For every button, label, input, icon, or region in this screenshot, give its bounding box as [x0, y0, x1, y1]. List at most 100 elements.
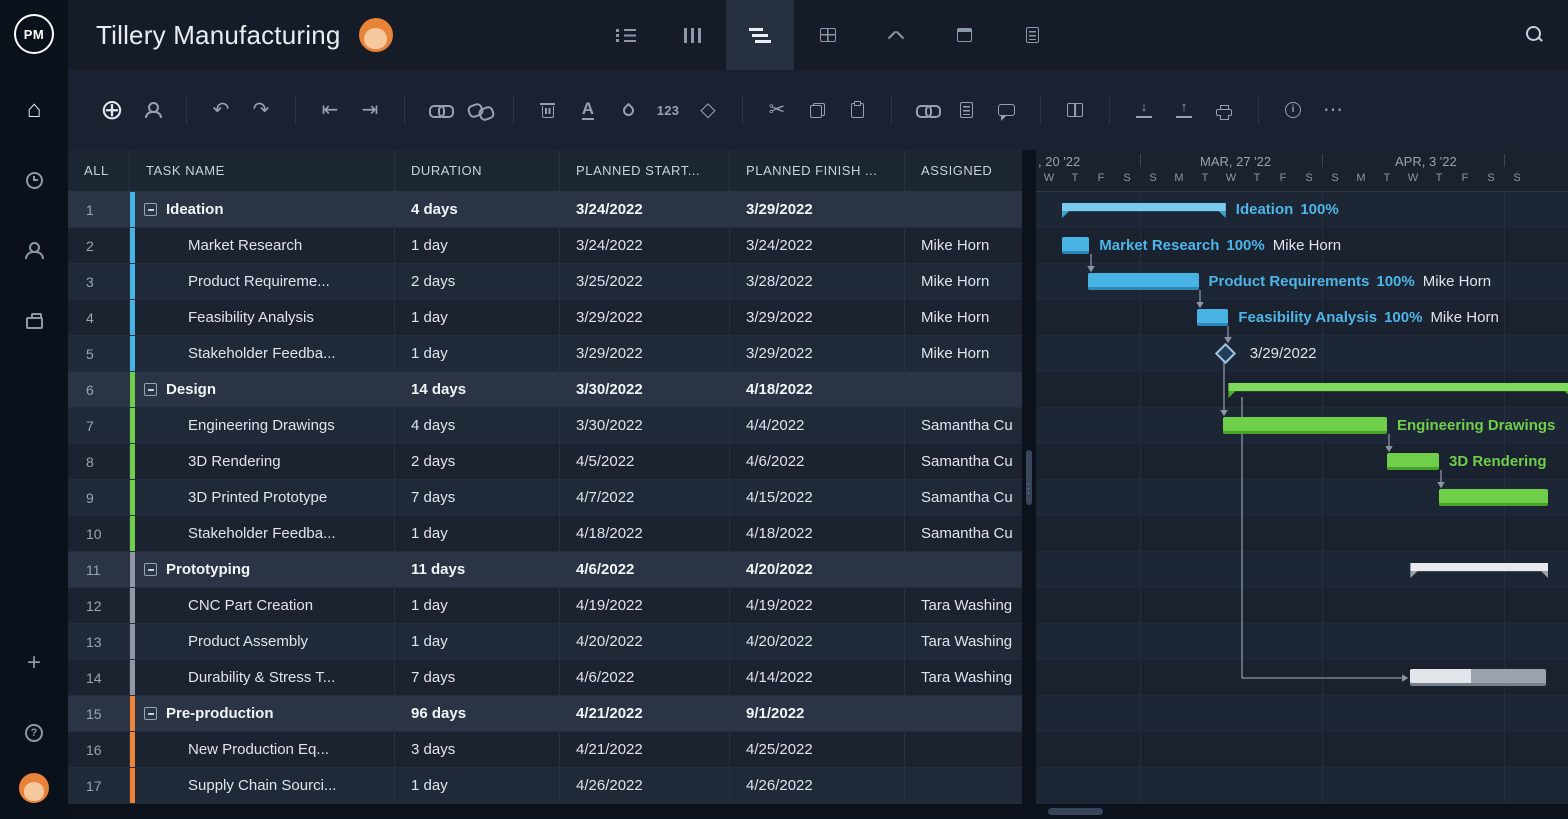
- task-bar[interactable]: [1197, 309, 1228, 326]
- tab-list[interactable]: [590, 0, 658, 70]
- table-row[interactable]: 14Durability & Stress T...7 days4/6/2022…: [68, 660, 1022, 696]
- text-format-button[interactable]: A: [568, 88, 608, 132]
- table-row[interactable]: 7Engineering Drawings4 days3/30/20224/4/…: [68, 408, 1022, 444]
- table-row[interactable]: 93D Printed Prototype7 days4/7/20224/15/…: [68, 480, 1022, 516]
- tab-sheet[interactable]: [794, 0, 862, 70]
- cut-button[interactable]: ✂: [757, 88, 797, 132]
- collapse-icon[interactable]: [144, 707, 157, 720]
- table-row[interactable]: 3Product Requireme...2 days3/25/20223/28…: [68, 264, 1022, 300]
- planned-finish-cell: 4/18/2022: [730, 516, 905, 551]
- redo-button[interactable]: ↷: [241, 88, 281, 132]
- table-row[interactable]: 83D Rendering2 days4/5/20224/6/2022Saman…: [68, 444, 1022, 480]
- unlink-tasks-button[interactable]: [459, 88, 499, 132]
- table-row[interactable]: 17Supply Chain Sourci...1 day4/26/20224/…: [68, 768, 1022, 804]
- copy-button[interactable]: [797, 88, 837, 132]
- gantt-timeline-header: , 20 '22MAR, 27 '22APR, 3 '22WTFSSMTWTFS…: [1036, 150, 1568, 192]
- header-planned-start[interactable]: PLANNED START...: [560, 150, 730, 191]
- milestone-button[interactable]: ◇: [688, 88, 728, 132]
- header-duration[interactable]: DURATION: [395, 150, 560, 191]
- table-body: 1Ideation4 days3/24/20223/29/20222Market…: [68, 192, 1022, 804]
- add-task-button[interactable]: ⊕: [92, 88, 132, 132]
- sidebar-item-timesheets[interactable]: [12, 158, 56, 202]
- table-row[interactable]: 4Feasibility Analysis1 day3/29/20223/29/…: [68, 300, 1022, 336]
- planned-finish-cell: 4/26/2022: [730, 768, 905, 803]
- collapse-icon[interactable]: [144, 563, 157, 576]
- splitter-handle-icon[interactable]: ⋮: [1022, 476, 1036, 502]
- task-name-inner: Prototyping: [130, 561, 250, 578]
- table-row[interactable]: 13Product Assembly1 day4/20/20224/20/202…: [68, 624, 1022, 660]
- more-icon: ⋯: [1323, 100, 1343, 120]
- fill-color-button[interactable]: [608, 88, 648, 132]
- tab-activity[interactable]: [862, 0, 930, 70]
- header-all[interactable]: ALL: [68, 150, 130, 191]
- table-row[interactable]: 5Stakeholder Feedba...1 day3/29/20223/29…: [68, 336, 1022, 372]
- sidebar-item-add[interactable]: +: [12, 641, 56, 685]
- notes-button[interactable]: [946, 88, 986, 132]
- sidebar-item-portfolio[interactable]: [12, 298, 56, 342]
- print-button[interactable]: [1204, 88, 1244, 132]
- more-button[interactable]: ⋯: [1313, 88, 1353, 132]
- number-format-button[interactable]: 123: [648, 88, 688, 132]
- import-button[interactable]: [1124, 88, 1164, 132]
- task-bar[interactable]: [1410, 669, 1545, 686]
- task-bar[interactable]: [1387, 453, 1439, 470]
- header-assigned[interactable]: ASSIGNED: [905, 150, 1022, 191]
- link-tasks-button[interactable]: [419, 88, 459, 132]
- tab-docs[interactable]: [998, 0, 1066, 70]
- task-name: Product Assembly: [188, 633, 308, 650]
- pane-splitter[interactable]: ⋮: [1022, 150, 1036, 819]
- assigned-cell: [905, 372, 1022, 407]
- delete-button[interactable]: [528, 88, 568, 132]
- task-bar[interactable]: [1088, 273, 1199, 290]
- task-bar[interactable]: [1223, 417, 1387, 434]
- undo-button[interactable]: ↶: [201, 88, 241, 132]
- gantt-hscroll-thumb[interactable]: [1048, 808, 1103, 815]
- table-row[interactable]: 15Pre-production96 days4/21/20229/1/2022: [68, 696, 1022, 732]
- unlink-tasks-icon: [468, 104, 491, 117]
- task-name: Product Requireme...: [188, 273, 330, 290]
- gantt-hscroll-track[interactable]: [1036, 804, 1568, 819]
- header-planned-finish[interactable]: PLANNED FINISH ...: [730, 150, 905, 191]
- list-icon: [616, 29, 633, 42]
- table-row[interactable]: 1Ideation4 days3/24/20223/29/2022: [68, 192, 1022, 228]
- project-owner-avatar[interactable]: [359, 18, 393, 52]
- toolbar-groups: ⊕ ↶↷ ⇤⇥ A 123◇ ✂ ⋯: [92, 88, 1353, 132]
- attach-link-button[interactable]: [906, 88, 946, 132]
- info-button[interactable]: [1273, 88, 1313, 132]
- fill-color-icon: [620, 102, 636, 118]
- assigned-cell: Tara Washing: [905, 588, 1022, 623]
- table-hscroll-track[interactable]: [68, 804, 1022, 819]
- outdent-button[interactable]: ⇤: [310, 88, 350, 132]
- paste-button[interactable]: [837, 88, 877, 132]
- table-row[interactable]: 2Market Research1 day3/24/20223/24/2022M…: [68, 228, 1022, 264]
- tab-calendar[interactable]: [930, 0, 998, 70]
- sidebar-item-team[interactable]: [12, 228, 56, 272]
- task-bar[interactable]: [1439, 489, 1548, 506]
- tab-board[interactable]: [658, 0, 726, 70]
- header-task-name[interactable]: TASK NAME: [130, 150, 395, 191]
- add-assignee-button[interactable]: [132, 88, 172, 132]
- planned-start-cell: 3/24/2022: [560, 192, 730, 227]
- columns-button[interactable]: [1055, 88, 1095, 132]
- table-row[interactable]: 11Prototyping11 days4/6/20224/20/2022: [68, 552, 1022, 588]
- collapse-icon[interactable]: [144, 203, 157, 216]
- timeline-day-letter: S: [1296, 172, 1322, 184]
- indent-button[interactable]: ⇥: [350, 88, 390, 132]
- planned-start-cell: 4/26/2022: [560, 768, 730, 803]
- search-button[interactable]: [1526, 26, 1544, 47]
- collapse-icon[interactable]: [144, 383, 157, 396]
- tab-gantt[interactable]: [726, 0, 794, 70]
- comment-button[interactable]: [986, 88, 1026, 132]
- task-name-inner: Product Assembly: [130, 633, 308, 650]
- export-button[interactable]: [1164, 88, 1204, 132]
- task-bar[interactable]: [1062, 237, 1089, 254]
- task-name-cell: Ideation: [130, 192, 395, 227]
- sidebar-item-home[interactable]: ⌂: [12, 88, 56, 132]
- table-row[interactable]: 16New Production Eq...3 days4/21/20224/2…: [68, 732, 1022, 768]
- table-row[interactable]: 12CNC Part Creation1 day4/19/20224/19/20…: [68, 588, 1022, 624]
- sidebar-item-help[interactable]: [12, 711, 56, 755]
- table-row[interactable]: 10Stakeholder Feedba...1 day4/18/20224/1…: [68, 516, 1022, 552]
- user-avatar[interactable]: [19, 773, 49, 803]
- app-logo[interactable]: PM: [14, 14, 54, 54]
- table-row[interactable]: 6Design14 days3/30/20224/18/2022: [68, 372, 1022, 408]
